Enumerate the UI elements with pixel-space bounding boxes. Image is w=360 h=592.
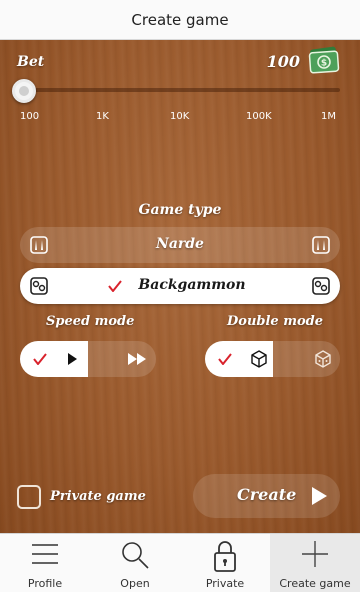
play-icon: [312, 487, 327, 505]
nav-open[interactable]: Open: [90, 534, 180, 592]
tick-label: 100: [20, 111, 40, 122]
narde-icon: [312, 236, 330, 254]
nav-label: Open: [120, 577, 150, 590]
dice-cube-icon: [251, 350, 267, 368]
nav-profile[interactable]: Profile: [0, 534, 90, 592]
bet-slider-track[interactable]: [24, 88, 340, 92]
double-mode-selected-segment[interactable]: [205, 341, 273, 377]
tick-label: 100K: [246, 111, 272, 122]
check-icon: [33, 353, 47, 365]
search-icon: [122, 542, 149, 569]
private-game-checkbox[interactable]: [17, 485, 41, 509]
create-button[interactable]: Create: [193, 474, 340, 518]
page-title: Create game: [131, 10, 229, 29]
play-icon: [68, 353, 77, 365]
game-type-option-backgammon[interactable]: Backgammon: [20, 268, 340, 304]
double-mode-label: Double mode: [227, 314, 324, 329]
game-type-label: Game type: [138, 202, 222, 218]
fast-forward-icon[interactable]: [128, 353, 146, 365]
bet-label: Bet: [17, 54, 45, 70]
game-type-name: Backgammon: [138, 277, 246, 293]
menu-icon: [32, 544, 58, 564]
game-type-name: Narde: [156, 236, 204, 252]
plus-icon: [302, 541, 328, 567]
speed-mode-selected-segment[interactable]: [20, 341, 88, 377]
doubling-cube-icon[interactable]: [314, 350, 332, 368]
header: Create game: [0, 0, 360, 40]
speed-mode-label: Speed mode: [46, 314, 135, 329]
bet-value: 100: [266, 52, 300, 71]
speed-mode-toggle[interactable]: [20, 341, 156, 377]
money-icon: $: [307, 46, 341, 76]
svg-text:$: $: [321, 59, 327, 69]
nav-label: Profile: [27, 577, 63, 590]
create-button-label: Create: [237, 485, 297, 504]
game-type-option-narde[interactable]: Narde: [20, 227, 340, 263]
tick-label: 1K: [96, 111, 109, 122]
nav-create-game[interactable]: Create game: [270, 534, 360, 592]
private-game-label: Private game: [50, 489, 146, 504]
nav-private[interactable]: Private: [180, 534, 270, 592]
bet-slider-thumb[interactable]: [12, 79, 36, 103]
check-icon: [218, 353, 232, 365]
tick-label: 10K: [170, 111, 190, 122]
nav-label: Private: [205, 577, 245, 590]
nav-label: Create game: [279, 577, 351, 590]
bottom-navigation: Profile Open Private Create game: [0, 533, 360, 592]
double-mode-toggle[interactable]: [205, 341, 340, 377]
tick-label: 1M: [321, 111, 336, 122]
backgammon-icon: [312, 277, 330, 295]
lock-icon: [214, 541, 236, 572]
